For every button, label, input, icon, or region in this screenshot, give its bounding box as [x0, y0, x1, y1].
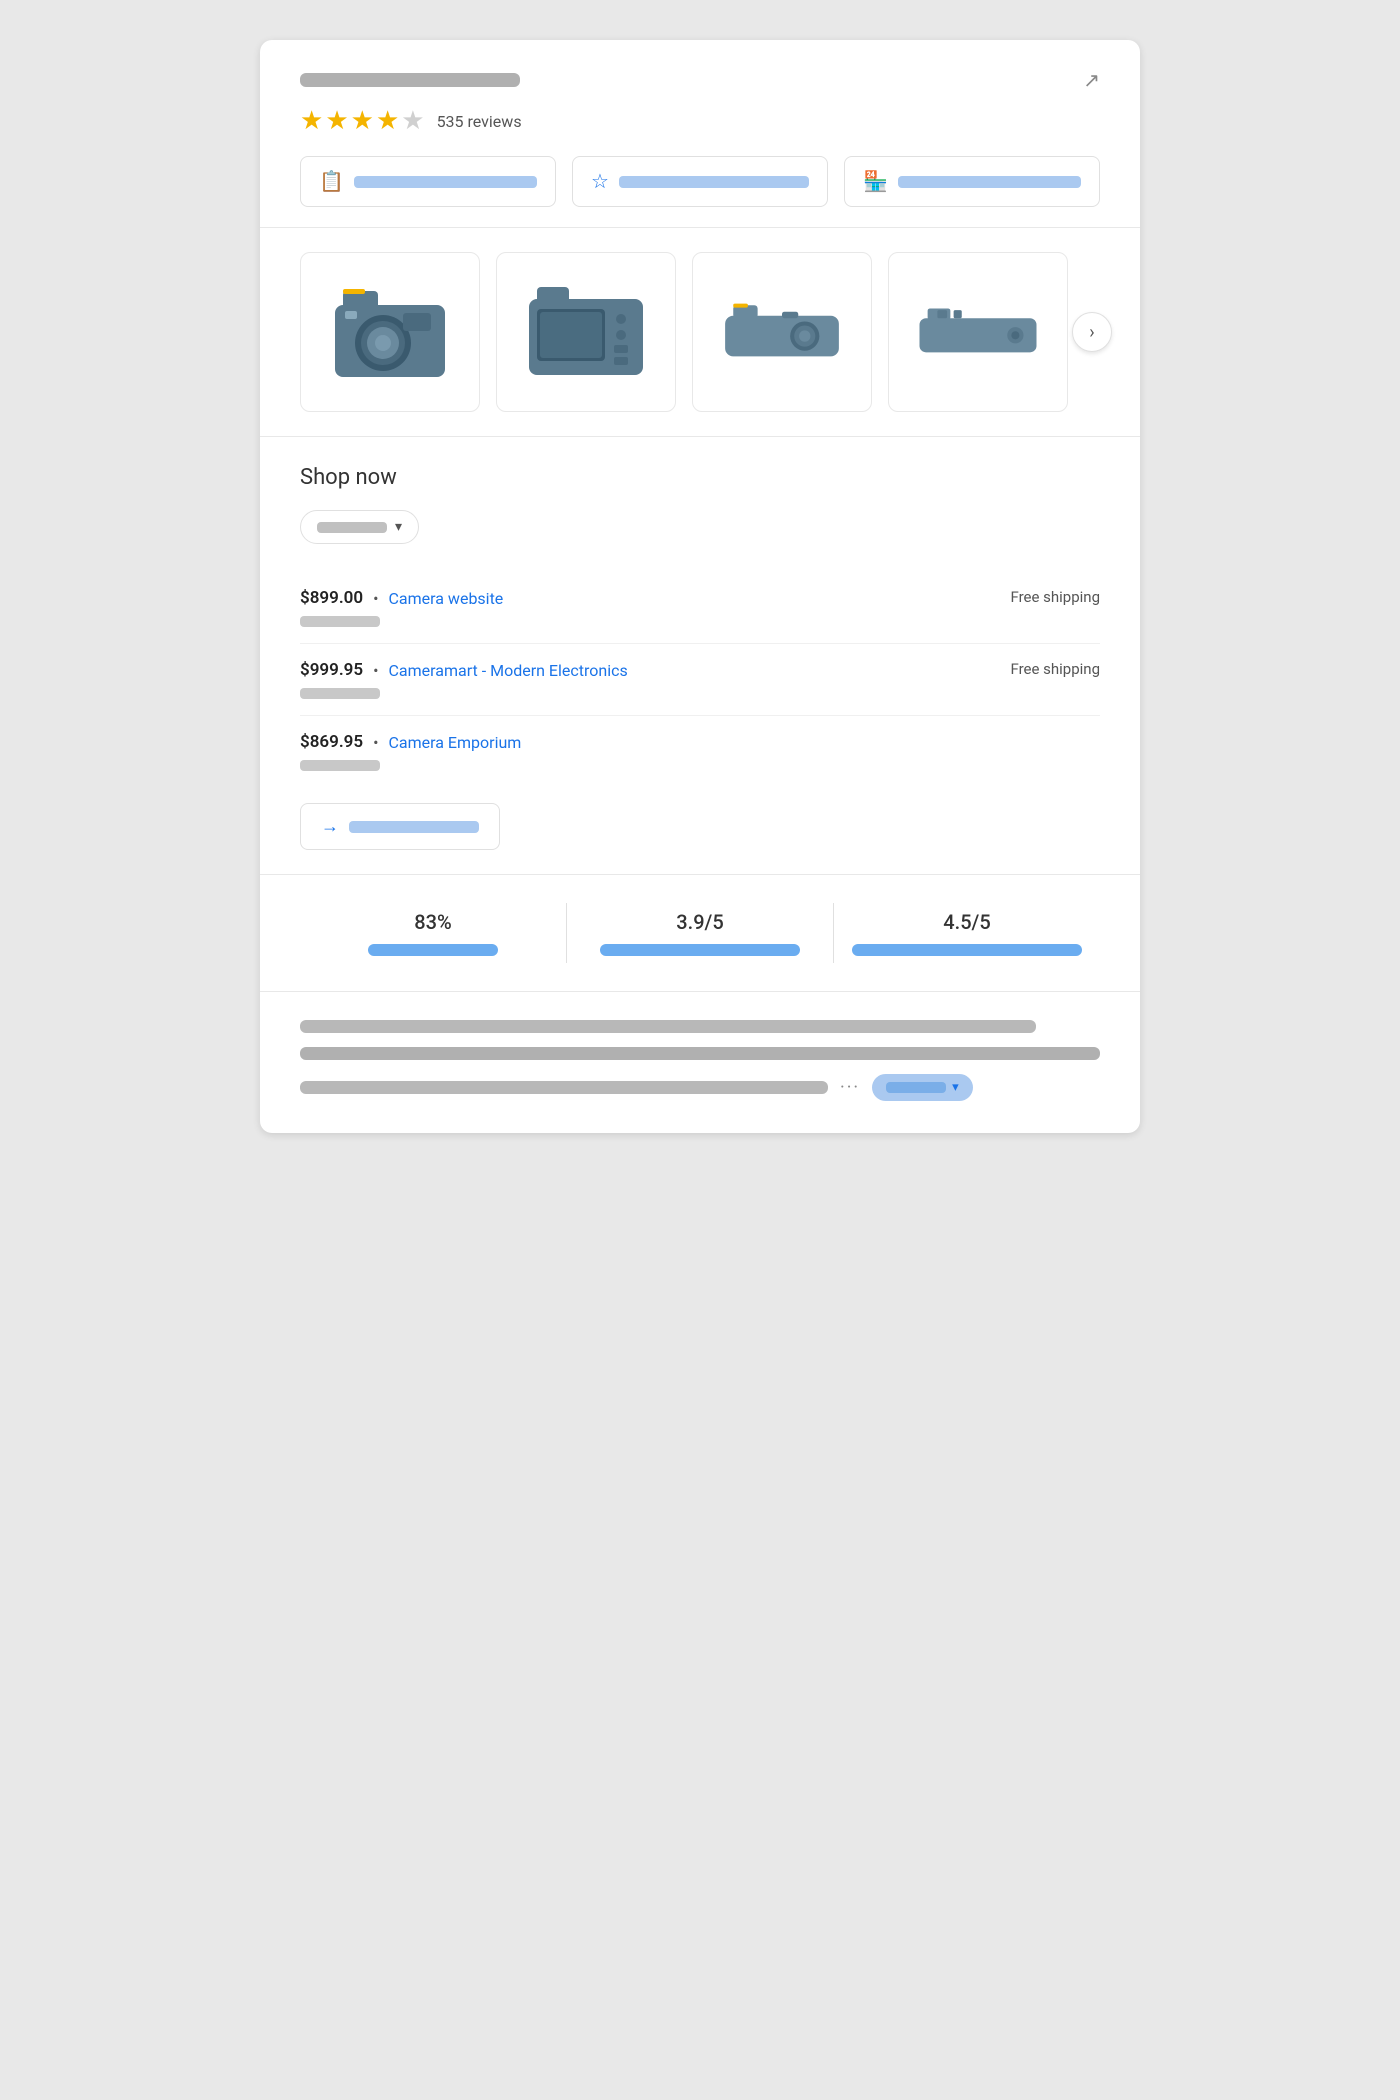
see-more-button[interactable]: →	[300, 803, 500, 850]
price-3: $869.95	[300, 732, 363, 752]
stat-cell-2: 3.9/5	[567, 910, 833, 956]
item-3-sub	[300, 760, 380, 771]
stat-value-1: 83%	[414, 910, 451, 934]
share-icon[interactable]: ↗	[1083, 68, 1100, 92]
stat-cell-1: 83%	[300, 910, 566, 956]
product-card: ↗ ★ ★ ★ ★ ★ 535 reviews 📋 ☆ 🏪	[260, 40, 1140, 1133]
camera-svg-2	[521, 277, 651, 387]
item-1-sub	[300, 616, 380, 627]
stats-section: 83% 3.9/5 4.5/5	[260, 875, 1140, 992]
star-4: ★	[376, 106, 399, 136]
arrow-right-icon: →	[321, 816, 339, 837]
star-5: ★	[401, 106, 424, 136]
stat-value-3: 4.5/5	[943, 910, 990, 934]
action-buttons: 📋 ☆ 🏪	[300, 156, 1100, 207]
footer-line-3	[300, 1081, 828, 1094]
title-bar: ↗	[300, 68, 1100, 92]
filter-dropdown[interactable]: ▾	[300, 510, 419, 544]
star-rating: ★ ★ ★ ★ ★	[300, 106, 425, 136]
shipping-2: Free shipping	[1010, 660, 1100, 678]
header-section: ↗ ★ ★ ★ ★ ★ 535 reviews 📋 ☆ 🏪	[260, 40, 1140, 228]
image-grid	[300, 252, 1100, 412]
save-label	[619, 176, 809, 188]
see-more-label	[349, 821, 479, 833]
review-count: 535 reviews	[437, 112, 522, 131]
stat-label-2	[600, 944, 800, 956]
specs-button[interactable]: 📋	[300, 156, 556, 207]
item-2-sub	[300, 688, 380, 699]
shop-item-2: $999.95 • Cameramart - Modern Electronic…	[300, 644, 1100, 716]
star-3: ★	[351, 106, 374, 136]
shop-item-3: $869.95 • Camera Emporium	[300, 716, 1100, 787]
seller-link-2[interactable]: Cameramart - Modern Electronics	[389, 661, 628, 680]
shop-title: Shop now	[300, 465, 1100, 490]
shop-item-3-left: $869.95 • Camera Emporium	[300, 732, 521, 752]
product-title-placeholder	[300, 73, 520, 87]
ellipsis: ···	[840, 1077, 860, 1098]
store-icon: 🏪	[863, 169, 888, 194]
specs-icon: 📋	[319, 169, 344, 194]
camera-svg-3	[717, 277, 847, 387]
camera-svg-1	[325, 277, 455, 387]
shop-item-1-row: $899.00 • Camera website Free shipping	[300, 588, 1100, 608]
filter-label	[317, 522, 387, 533]
price-1: $899.00	[300, 588, 363, 608]
star-1: ★	[300, 106, 323, 136]
price-2: $999.95	[300, 660, 363, 680]
star-2: ★	[325, 106, 348, 136]
camera-image-4[interactable]	[888, 252, 1068, 412]
seller-link-3[interactable]: Camera Emporium	[389, 733, 522, 752]
rating-row: ★ ★ ★ ★ ★ 535 reviews	[300, 106, 1100, 136]
camera-svg-4	[913, 277, 1043, 387]
next-arrow[interactable]: ›	[1072, 312, 1112, 352]
shop-item-3-row: $869.95 • Camera Emporium	[300, 732, 1100, 752]
stat-label-3	[852, 944, 1082, 956]
shipping-1: Free shipping	[1010, 588, 1100, 606]
camera-image-1[interactable]	[300, 252, 480, 412]
store-label	[898, 176, 1081, 188]
footer-line-1	[300, 1020, 1036, 1033]
chevron-down-expand-icon: ▾	[952, 1080, 959, 1095]
seller-link-1[interactable]: Camera website	[389, 589, 504, 608]
save-icon: ☆	[591, 169, 609, 194]
footer-section: ··· ▾	[260, 992, 1140, 1133]
specs-label	[354, 176, 537, 188]
shop-item-1: $899.00 • Camera website Free shipping	[300, 572, 1100, 644]
shop-items-list: $899.00 • Camera website Free shipping $…	[300, 572, 1100, 787]
stat-cell-3: 4.5/5	[834, 910, 1100, 956]
store-button[interactable]: 🏪	[844, 156, 1100, 207]
shop-section: Shop now ▾ $899.00 • Camera website Free…	[260, 437, 1140, 875]
footer-last-row: ··· ▾	[300, 1074, 1100, 1101]
camera-image-3[interactable]	[692, 252, 872, 412]
expand-button[interactable]: ▾	[872, 1074, 973, 1101]
camera-image-2[interactable]	[496, 252, 676, 412]
shop-item-2-row: $999.95 • Cameramart - Modern Electronic…	[300, 660, 1100, 680]
expand-label	[886, 1082, 946, 1093]
save-button[interactable]: ☆	[572, 156, 828, 207]
shop-item-2-left: $999.95 • Cameramart - Modern Electronic…	[300, 660, 628, 680]
stat-value-2: 3.9/5	[676, 910, 723, 934]
images-section: ›	[260, 228, 1140, 437]
footer-line-2	[300, 1047, 1100, 1060]
chevron-down-icon: ▾	[395, 519, 402, 535]
stat-label-1	[368, 944, 498, 956]
shop-item-1-left: $899.00 • Camera website	[300, 588, 503, 608]
